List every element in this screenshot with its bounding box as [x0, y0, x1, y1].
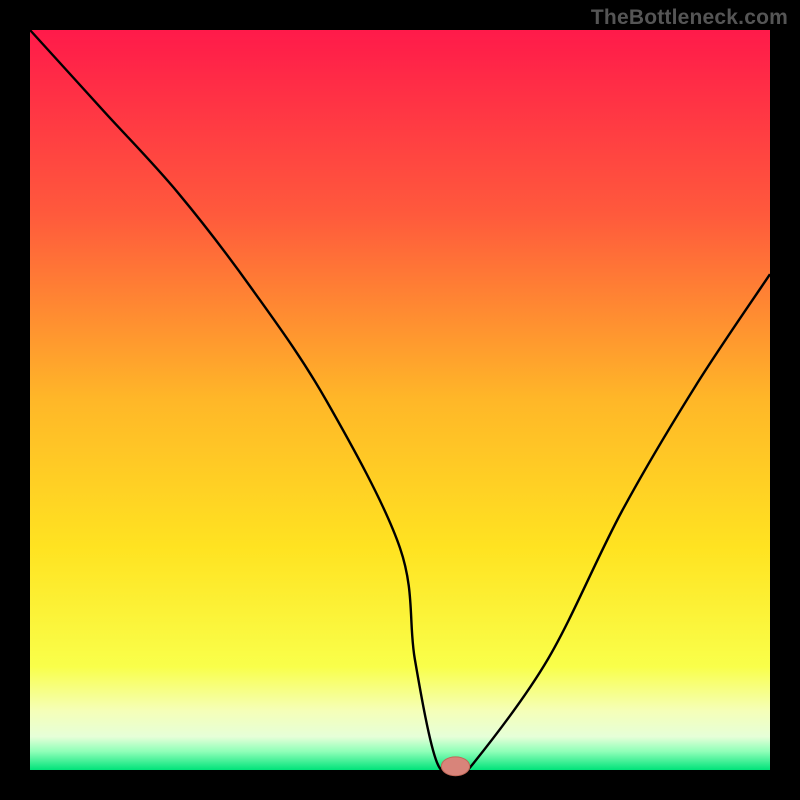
- bottleneck-chart: TheBottleneck.com: [0, 0, 800, 800]
- chart-svg: [0, 0, 800, 800]
- watermark-text: TheBottleneck.com: [591, 6, 788, 30]
- plot-background: [30, 30, 770, 770]
- optimal-point-marker: [441, 757, 469, 776]
